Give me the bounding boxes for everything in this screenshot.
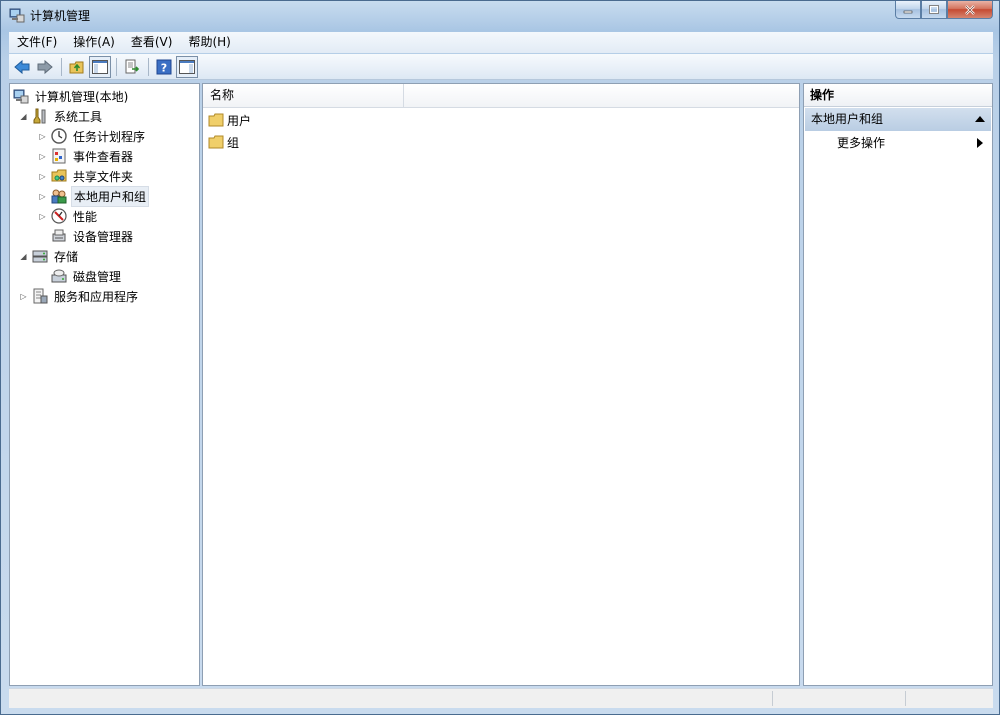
toolbar-separator — [116, 57, 117, 76]
tree-item-performance[interactable]: 性能 — [51, 207, 99, 225]
more-actions-item[interactable]: 更多操作 — [805, 132, 991, 154]
status-separator — [772, 691, 773, 706]
status-separator — [905, 691, 906, 706]
minimize-icon — [903, 10, 913, 13]
export-list-button[interactable] — [121, 56, 143, 78]
status-bar — [9, 688, 993, 708]
expanded-arrow-icon[interactable]: ◢ — [19, 112, 28, 121]
tree-item-shared-folders[interactable]: 共享文件夹 — [51, 167, 135, 185]
users-icon — [51, 189, 67, 204]
results-list-pane[interactable]: 名称 用户 组 — [202, 83, 800, 686]
column-header-name[interactable]: 名称 — [203, 84, 404, 107]
toolbar-separator — [61, 57, 62, 76]
computer-management-icon — [9, 8, 25, 23]
window-title: 计算机管理 — [30, 9, 91, 23]
action-group-label: 本地用户和组 — [811, 112, 884, 126]
tree-item-label: 任务计划程序 — [73, 129, 146, 144]
action-group-header[interactable]: 本地用户和组 — [805, 108, 991, 131]
tree-item-label: 系统工具 — [54, 109, 103, 124]
menu-action[interactable]: 操作(A) — [65, 32, 123, 53]
back-arrow-icon — [14, 59, 30, 74]
computer-management-icon — [13, 89, 29, 104]
system-tools-icon — [33, 108, 46, 124]
title-bar[interactable]: 计算机管理 — [1, 1, 999, 29]
back-button[interactable] — [11, 56, 33, 78]
folder-icon — [208, 113, 224, 127]
list-item[interactable]: 用户 — [208, 110, 251, 130]
collapsed-arrow-icon[interactable]: ▷ — [19, 292, 28, 301]
tree-item-services-and-applications[interactable]: 服务和应用程序 — [32, 287, 140, 305]
menu-view[interactable]: 查看(V) — [123, 32, 181, 53]
tree-item-label: 计算机管理(本地) — [35, 89, 129, 104]
action-pane: 操作 本地用户和组 更多操作 — [803, 83, 993, 686]
tree-item-label: 共享文件夹 — [73, 169, 134, 184]
device-manager-icon — [52, 229, 66, 242]
up-folder-icon — [69, 61, 84, 73]
tree-item-storage[interactable]: 存储 — [32, 247, 80, 265]
list-item-label: 组 — [227, 135, 240, 150]
storage-icon — [32, 250, 48, 263]
export-list-icon — [125, 59, 140, 73]
svg-text:?: ? — [161, 61, 167, 74]
action-pane-title: 操作 — [804, 84, 992, 107]
collapsed-arrow-icon[interactable]: ▷ — [38, 132, 47, 141]
menu-help[interactable]: 帮助(H) — [180, 32, 238, 53]
tree-item-label: 事件查看器 — [73, 149, 134, 164]
collapse-up-icon — [975, 116, 985, 122]
tree-item-label: 磁盘管理 — [73, 269, 122, 284]
collapsed-arrow-icon[interactable]: ▷ — [38, 192, 47, 201]
tree-item-local-users-and-groups[interactable]: 本地用户和组 — [51, 185, 150, 207]
tree-item-task-scheduler[interactable]: 任务计划程序 — [51, 127, 147, 145]
tree-item-device-manager[interactable]: 设备管理器 — [51, 227, 135, 245]
close-icon — [965, 4, 975, 15]
menu-bar: 文件(F) 操作(A) 查看(V) 帮助(H) — [9, 32, 993, 53]
tree-item-label: 本地用户和组 — [71, 185, 150, 207]
tree-item-label: 设备管理器 — [73, 229, 134, 244]
tree-item-system-tools[interactable]: 系统工具 — [32, 107, 104, 125]
more-actions-label: 更多操作 — [837, 136, 886, 150]
minimize-button[interactable] — [895, 1, 921, 19]
collapsed-arrow-icon[interactable]: ▷ — [38, 172, 47, 181]
tree-item-computer-management[interactable]: 计算机管理(本地) — [13, 87, 130, 105]
clock-icon — [51, 128, 67, 144]
expanded-arrow-icon[interactable]: ◢ — [19, 252, 28, 261]
submenu-arrow-icon — [977, 138, 983, 148]
show-hide-action-pane-button[interactable] — [176, 55, 198, 78]
collapsed-arrow-icon[interactable]: ▷ — [38, 152, 47, 161]
forward-button[interactable] — [34, 56, 56, 78]
help-icon: ? — [156, 59, 172, 74]
toolbar-separator — [148, 57, 149, 76]
list-item-label: 用户 — [227, 113, 252, 128]
show-hide-console-tree-button[interactable] — [89, 55, 111, 78]
list-header: 名称 — [203, 84, 799, 108]
collapsed-arrow-icon[interactable]: ▷ — [38, 212, 47, 221]
list-item[interactable]: 组 — [208, 132, 239, 152]
disk-management-icon — [51, 269, 67, 283]
console-tree-pane[interactable]: 计算机管理(本地) ◢ 系统工具 ▷ 任务计划程序 ▷ 事件查看器 ▷ 共享文件… — [9, 83, 200, 686]
event-viewer-icon — [52, 148, 66, 164]
tree-item-label: 服务和应用程序 — [54, 289, 139, 304]
maximize-button[interactable] — [921, 1, 947, 19]
close-button[interactable] — [947, 1, 993, 19]
tree-item-event-viewer[interactable]: 事件查看器 — [51, 147, 135, 165]
forward-arrow-icon — [37, 59, 53, 74]
shared-folder-icon — [51, 169, 67, 182]
toolbar: ? — [9, 54, 993, 80]
show-hide-tree-icon — [92, 59, 108, 74]
services-icon — [33, 288, 48, 304]
menu-file[interactable]: 文件(F) — [9, 32, 65, 53]
up-one-level-button[interactable] — [66, 56, 88, 78]
help-button[interactable]: ? — [153, 56, 175, 78]
tree-item-label: 存储 — [54, 249, 79, 264]
maximize-icon — [929, 4, 939, 14]
window-frame: 计算机管理 文件(F) 操作(A) 查看(V) 帮助(H) ? 计算机管理(本地… — [0, 0, 1000, 715]
show-hide-action-pane-icon — [179, 59, 195, 74]
tree-item-label: 性能 — [73, 209, 98, 224]
performance-icon — [51, 208, 67, 224]
folder-icon — [208, 135, 224, 149]
tree-item-disk-management[interactable]: 磁盘管理 — [51, 267, 123, 285]
